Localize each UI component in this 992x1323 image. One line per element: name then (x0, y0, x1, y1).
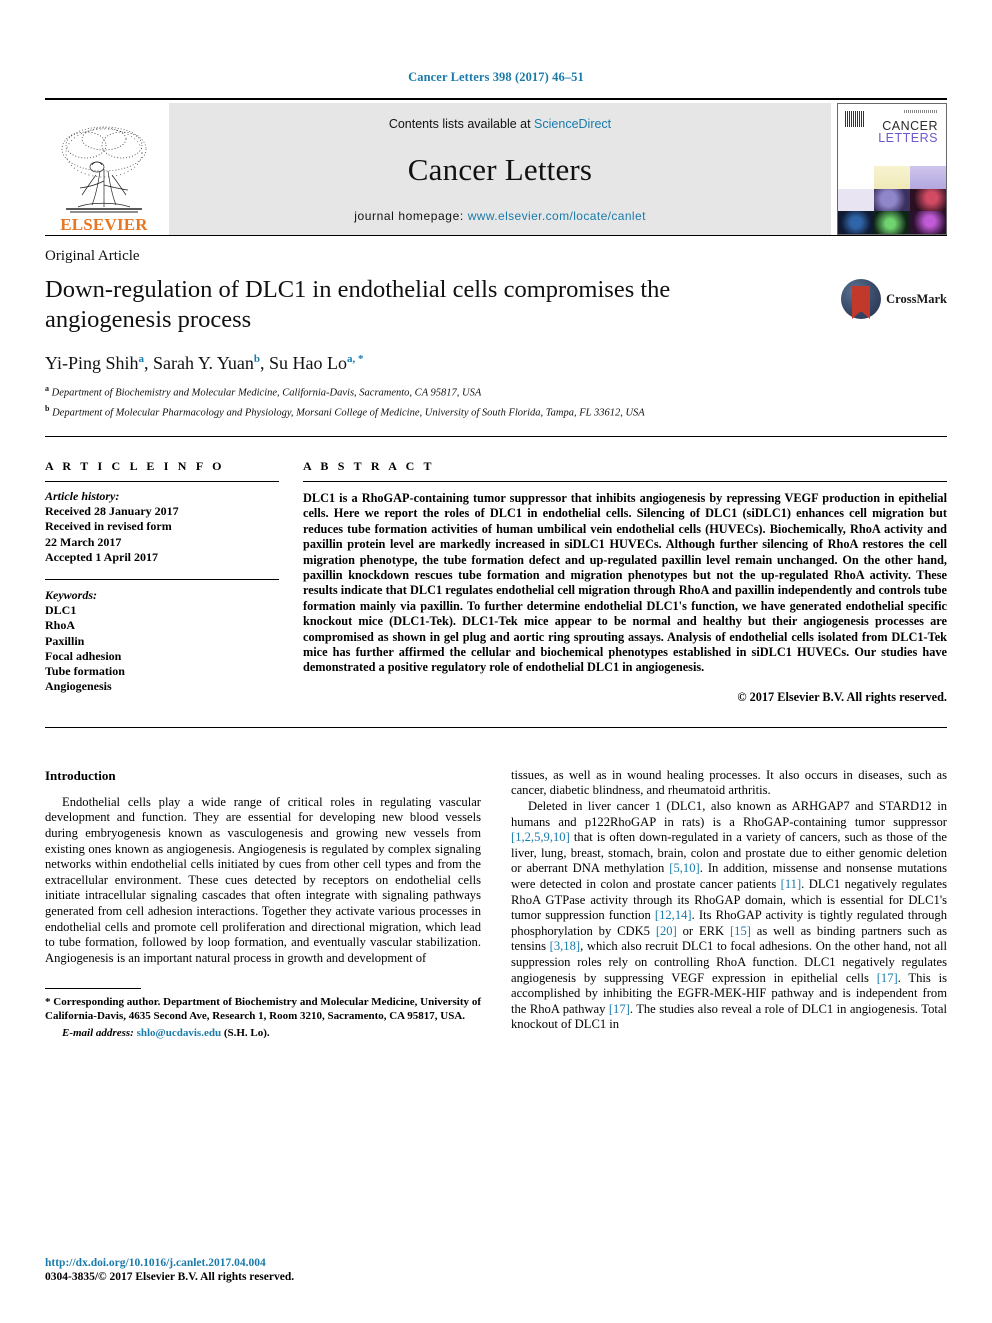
article-info-rule (45, 481, 279, 482)
running-head: Cancer Letters 398 (2017) 46–51 (408, 70, 584, 84)
journal-homepage-line: journal homepage: www.elsevier.com/locat… (354, 209, 646, 223)
author-list: Yi-Ping Shiha, Sarah Y. Yuanb, Su Hao Lo… (45, 353, 364, 373)
history-item: 22 March 2017 (45, 534, 122, 549)
abstract-rule (303, 481, 947, 482)
rp2-seg: Deleted in liver cancer 1 (DLC1, also kn… (511, 799, 947, 829)
keyword-item: Angiogenesis (45, 679, 112, 694)
abstract-copyright: © 2017 Elsevier B.V. All rights reserved… (737, 689, 947, 704)
email-label: E-mail address: (62, 1026, 137, 1039)
cover-image-grid (838, 166, 946, 234)
intro-paragraph-right-2: Deleted in liver cancer 1 (DLC1, also kn… (511, 799, 947, 1033)
citation-link[interactable]: [20] (656, 924, 677, 938)
journal-title: Cancer Letters (407, 152, 593, 187)
intro-paragraph-right-1: tissues, as well as in wound healing pro… (511, 767, 947, 798)
abstract-text: DLC1 is a RhoGAP-containing tumor suppre… (303, 491, 947, 675)
keyword-item: Paxillin (45, 633, 85, 648)
crossmark-label: CrossMark (886, 291, 947, 306)
author-2-affil-marker[interactable]: b (254, 353, 260, 365)
history-item: Received in revised form (45, 519, 172, 534)
keyword-item: RhoA (45, 618, 76, 633)
cover-barcode-icon (845, 111, 865, 127)
author-1: Yi-Ping Shih (45, 353, 139, 373)
citation-link[interactable]: [15] (730, 924, 751, 938)
keywords-label: Keywords: (45, 588, 97, 603)
contents-available-line: Contents lists available at ScienceDirec… (389, 117, 611, 131)
article-type: Original Article (45, 248, 140, 264)
body-left-column: Introduction Endothelial cells play a wi… (45, 768, 481, 1040)
article-title: Down-regulation of DLC1 in endothelial c… (45, 276, 671, 333)
email-link[interactable]: shlo@ucdavis.edu (137, 1027, 222, 1039)
elsevier-logo: ELSEVIER (45, 103, 163, 235)
masthead: ELSEVIER Contents lists available at Sci… (45, 103, 947, 235)
author-1-affil-marker[interactable]: a (139, 353, 145, 365)
article-info-heading: A R T I C L E I N F O (45, 459, 225, 473)
issn-copyright: 0304-3835/© 2017 Elsevier B.V. All right… (45, 1271, 295, 1283)
abstract-separator-rule (45, 436, 947, 437)
author-3-affil-marker[interactable]: a, * (347, 353, 364, 365)
abstract-column: A B S T R A C T DLC1 is a RhoGAP-contain… (303, 459, 947, 705)
author-3: Su Hao Lo (268, 353, 347, 373)
citation-link[interactable]: [1,2,5,9,10] (511, 830, 570, 844)
affiliation-b-marker: b (45, 403, 50, 413)
journal-cover-thumbnail: CANCER LETTERS (837, 103, 947, 235)
cover-topline-decoration (904, 110, 938, 113)
section-title-introduction: Introduction (45, 767, 116, 783)
doi-link[interactable]: http://dx.doi.org/10.1016/j.canlet.2017.… (45, 1257, 475, 1269)
affiliation-a: a Department of Biochemistry and Molecul… (45, 382, 947, 401)
rp2-seg: or ERK (676, 923, 730, 938)
article-history-label: Article history: (45, 489, 120, 503)
citation-link[interactable]: [12,14] (655, 908, 692, 922)
elsevier-tree-icon (61, 126, 147, 213)
masthead-region: ELSEVIER Contents lists available at Sci… (0, 98, 992, 235)
corresponding-author-note: * Corresponding author. Department of Bi… (45, 996, 481, 1023)
keywords-block: Keywords: DLC1 RhoA Paxillin Focal adhes… (45, 588, 279, 694)
cover-title: CANCER LETTERS (878, 120, 938, 145)
email-note: E-mail address: shlo@ucdavis.edu (S.H. L… (45, 1027, 481, 1041)
footer-identifiers: http://dx.doi.org/10.1016/j.canlet.2017.… (45, 1257, 475, 1283)
masthead-top-rule (45, 98, 947, 100)
affiliation-b: b Department of Molecular Pharmacology a… (45, 402, 947, 421)
author-2: Sarah Y. Yuan (153, 353, 254, 373)
citation-link[interactable]: [5,10] (669, 861, 699, 875)
crossmark-badge[interactable]: CrossMark (841, 279, 947, 319)
keywords-rule (45, 579, 279, 581)
keyword-item: Tube formation (45, 664, 125, 679)
crossmark-icon (841, 279, 882, 319)
citation-link[interactable]: [3,18] (550, 939, 580, 953)
footnote-rule (45, 988, 141, 990)
body-right-column: tissues, as well as in wound healing pro… (511, 768, 947, 1040)
affiliation-a-text: Department of Biochemistry and Molecular… (51, 387, 482, 399)
journal-band: Contents lists available at ScienceDirec… (169, 103, 831, 235)
abstract-heading: A B S T R A C T (303, 459, 435, 473)
contents-prefix: Contents lists available at (388, 117, 535, 131)
history-item: Received 28 January 2017 (45, 504, 179, 519)
paper-page: Cancer Letters 398 (2017) 46–51 ELSEVIER… (0, 0, 992, 1323)
keyword-item: Focal adhesion (45, 648, 122, 663)
sciencedirect-link[interactable]: ScienceDirect (534, 117, 611, 131)
article-header-region: Original Article Down-regulation of DLC1… (0, 235, 992, 1040)
citation-link[interactable]: [17] (609, 1002, 630, 1016)
info-abstract-region: A R T I C L E I N F O Article history: R… (45, 459, 947, 705)
homepage-url-link[interactable]: www.elsevier.com/locate/canlet (468, 209, 646, 223)
keyword-item: DLC1 (45, 603, 77, 618)
header-rule (45, 235, 947, 236)
history-item: Accepted 1 April 2017 (45, 549, 158, 564)
footnote-text: Corresponding author. Department of Bioc… (45, 996, 481, 1022)
homepage-label: journal homepage: (354, 209, 468, 223)
article-info-column: A R T I C L E I N F O Article history: R… (45, 459, 303, 705)
cover-title-line2: LETTERS (878, 131, 938, 145)
body-columns: Introduction Endothelial cells play a wi… (45, 768, 947, 1040)
affiliation-b-text: Department of Molecular Pharmacology and… (52, 407, 645, 418)
citation-link[interactable]: [11] (781, 877, 802, 891)
email-suffix: (S.H. Lo). (221, 1026, 270, 1039)
intro-paragraph-left: Endothelial cells play a wide range of c… (45, 794, 481, 965)
citation-link[interactable]: [17] (877, 971, 898, 985)
footnote-region: * Corresponding author. Department of Bi… (45, 988, 481, 1040)
affiliation-a-marker: a (45, 384, 49, 393)
body-separator-rule (45, 726, 947, 728)
article-history: Article history: Received 28 January 201… (45, 489, 279, 565)
elsevier-wordmark: ELSEVIER (60, 215, 148, 234)
